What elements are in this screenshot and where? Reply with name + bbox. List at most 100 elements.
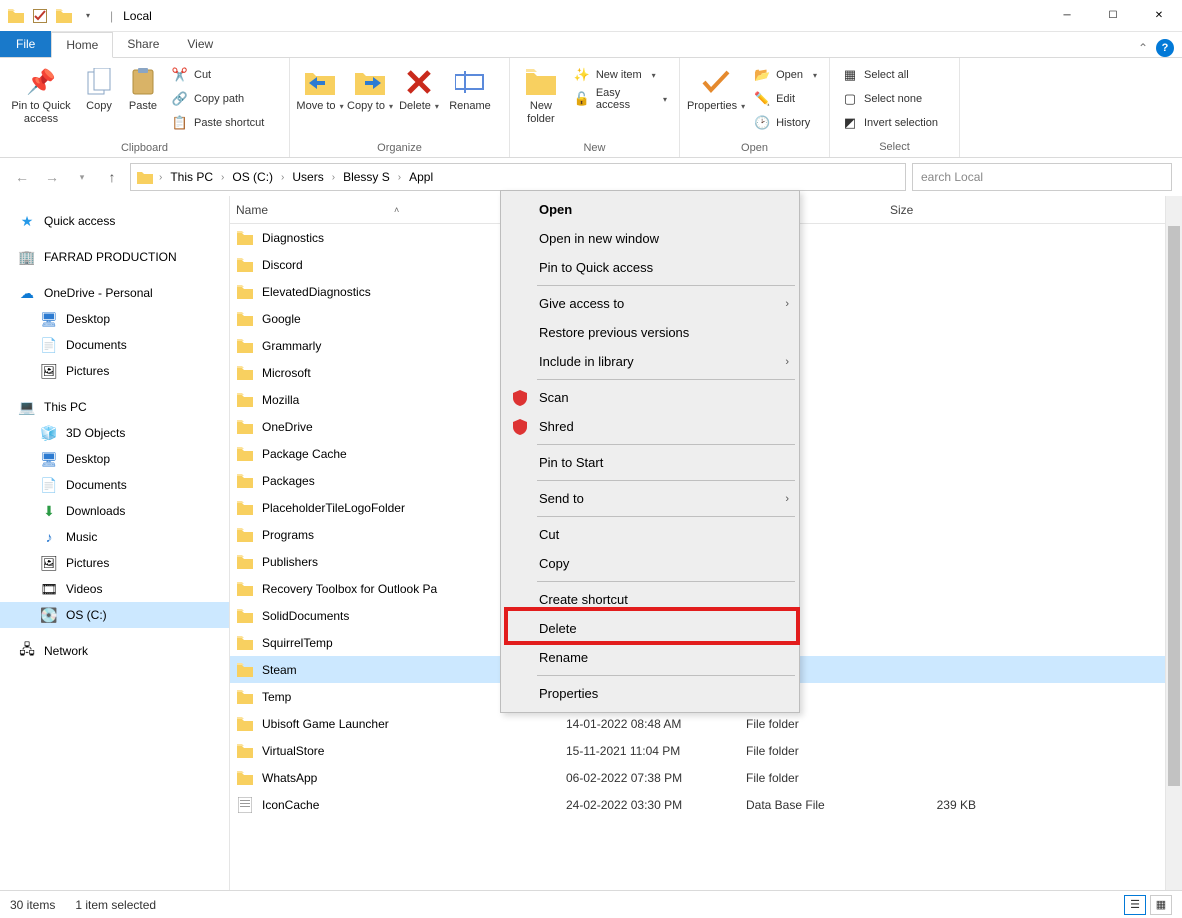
ribbon-tabs: File Home Share View ⌃ ? (0, 32, 1182, 58)
sidebar-item-desktop2[interactable]: 🖥Desktop (0, 446, 229, 472)
select-none-button[interactable]: ▢Select none (836, 88, 944, 110)
crumb[interactable]: Users (288, 170, 327, 184)
checkbox-icon[interactable] (30, 6, 50, 26)
column-size[interactable]: Size (890, 203, 990, 217)
close-button[interactable]: ✕ (1136, 0, 1182, 32)
sidebar-item-3d[interactable]: 🧊3D Objects (0, 420, 229, 446)
cm-scan[interactable]: Scan (503, 383, 797, 412)
crumb[interactable]: Blessy S (339, 170, 394, 184)
download-icon: ⬇ (40, 502, 58, 520)
cm-send-to[interactable]: Send to› (503, 484, 797, 513)
sidebar-item-music[interactable]: ♪Music (0, 524, 229, 550)
separator (537, 285, 795, 286)
tab-file[interactable]: File (0, 31, 51, 57)
chevron-right-icon[interactable]: › (330, 172, 337, 183)
sidebar-item-documents[interactable]: 📄Documents (0, 332, 229, 358)
crumb[interactable]: This PC (166, 170, 217, 184)
new-item-button[interactable]: ✨New item▾ (568, 64, 673, 86)
cm-shred[interactable]: Shred (503, 412, 797, 441)
dropdown-icon: ▾ (741, 102, 745, 111)
history-button[interactable]: 🕑History (748, 112, 823, 134)
forward-button[interactable]: → (40, 165, 64, 189)
cm-properties[interactable]: Properties (503, 679, 797, 708)
titlebar: ▾ | Local ─ ☐ ✕ (0, 0, 1182, 32)
sidebar-item-pictures2[interactable]: 🖼Pictures (0, 550, 229, 576)
open-button[interactable]: 📂Open▾ (748, 64, 823, 86)
copy-to-button[interactable]: Copy to▾ (346, 62, 394, 140)
cm-give-access[interactable]: Give access to› (503, 289, 797, 318)
sidebar-item-videos[interactable]: 🎞Videos (0, 576, 229, 602)
quick-access-toolbar: ▾ (0, 6, 104, 26)
select-all-icon: ▦ (842, 67, 858, 83)
chevron-right-icon[interactable]: › (219, 172, 226, 183)
folder-icon (236, 499, 254, 517)
sidebar-item-os-c[interactable]: 💽OS (C:) (0, 602, 229, 628)
collapse-ribbon-icon[interactable]: ⌃ (1138, 41, 1148, 55)
file-row[interactable]: Ubisoft Game Launcher14-01-2022 08:48 AM… (230, 710, 1165, 737)
sidebar-item-network[interactable]: 🖧Network (0, 638, 229, 664)
up-button[interactable]: ↑ (100, 165, 124, 189)
file-type: File folder (746, 717, 896, 731)
cut-button[interactable]: ✂️Cut (166, 64, 270, 86)
scrollbar-thumb[interactable] (1168, 226, 1180, 786)
properties-button[interactable]: Properties▾ (686, 62, 746, 140)
move-to-button[interactable]: Move to▾ (296, 62, 344, 140)
minimize-button[interactable]: ─ (1044, 0, 1090, 32)
tab-share[interactable]: Share (113, 31, 173, 57)
chevron-right-icon[interactable]: › (157, 172, 164, 183)
dropdown-icon[interactable]: ▾ (78, 6, 98, 26)
sidebar-item-documents2[interactable]: 📄Documents (0, 472, 229, 498)
rename-button[interactable]: Rename (444, 62, 496, 140)
invert-selection-button[interactable]: ◩Invert selection (836, 112, 944, 134)
tab-home[interactable]: Home (51, 32, 113, 58)
chevron-right-icon[interactable]: › (396, 172, 403, 183)
edit-button[interactable]: ✏️Edit (748, 88, 823, 110)
sidebar-item-this-pc[interactable]: 💻This PC (0, 394, 229, 420)
chevron-right-icon[interactable]: › (279, 172, 286, 183)
paste-button[interactable]: Paste (122, 62, 164, 140)
copy-path-button[interactable]: 🔗Copy path (166, 88, 270, 110)
sidebar-item-pictures[interactable]: 🖼Pictures (0, 358, 229, 384)
sidebar-item-onedrive[interactable]: ☁OneDrive - Personal (0, 280, 229, 306)
file-row[interactable]: IconCache24-02-2022 03:30 PMData Base Fi… (230, 791, 1165, 818)
cm-open-new-window[interactable]: Open in new window (503, 224, 797, 253)
cm-create-shortcut[interactable]: Create shortcut (503, 585, 797, 614)
sidebar-item-farrad[interactable]: 🏢FARRAD PRODUCTION (0, 244, 229, 270)
new-item-icon: ✨ (574, 67, 590, 83)
cm-cut[interactable]: Cut (503, 520, 797, 549)
cm-rename[interactable]: Rename (503, 643, 797, 672)
copy-path-icon: 🔗 (172, 91, 188, 107)
sidebar-item-downloads[interactable]: ⬇Downloads (0, 498, 229, 524)
delete-button[interactable]: Delete▾ (396, 62, 442, 140)
new-folder-button[interactable]: New folder (516, 62, 566, 140)
help-icon[interactable]: ? (1156, 39, 1174, 57)
crumb[interactable]: OS (C:) (228, 170, 277, 184)
sidebar-item-desktop[interactable]: 🖥Desktop (0, 306, 229, 332)
copy-button[interactable]: Copy (78, 62, 120, 140)
select-all-button[interactable]: ▦Select all (836, 64, 944, 86)
dropdown-icon: ▾ (435, 102, 439, 111)
details-view-button[interactable]: ☰ (1124, 895, 1146, 915)
cm-open[interactable]: Open (503, 195, 797, 224)
cm-copy[interactable]: Copy (503, 549, 797, 578)
sidebar-item-quick-access[interactable]: ★Quick access (0, 208, 229, 234)
cm-pin-start[interactable]: Pin to Start (503, 448, 797, 477)
tab-view[interactable]: View (173, 31, 227, 57)
back-button[interactable]: ← (10, 165, 34, 189)
pin-quick-access-button[interactable]: 📌 Pin to Quick access (6, 62, 76, 140)
cm-delete[interactable]: Delete (503, 614, 797, 643)
file-row[interactable]: VirtualStore15-11-2021 11:04 PMFile fold… (230, 737, 1165, 764)
maximize-button[interactable]: ☐ (1090, 0, 1136, 32)
vertical-scrollbar[interactable] (1165, 196, 1182, 890)
cm-pin-quick[interactable]: Pin to Quick access (503, 253, 797, 282)
easy-access-button[interactable]: 🔓Easy access▾ (568, 88, 673, 110)
thumbnails-view-button[interactable]: ▦ (1150, 895, 1172, 915)
crumb[interactable]: Appl (405, 170, 437, 184)
recent-button[interactable]: ▾ (70, 165, 94, 189)
paste-shortcut-button[interactable]: 📋Paste shortcut (166, 112, 270, 134)
search-input[interactable]: earch Local (912, 163, 1172, 191)
breadcrumb[interactable]: › This PC › OS (C:) › Users › Blessy S ›… (130, 163, 906, 191)
cm-restore-versions[interactable]: Restore previous versions (503, 318, 797, 347)
cm-include-library[interactable]: Include in library› (503, 347, 797, 376)
file-row[interactable]: WhatsApp06-02-2022 07:38 PMFile folder (230, 764, 1165, 791)
